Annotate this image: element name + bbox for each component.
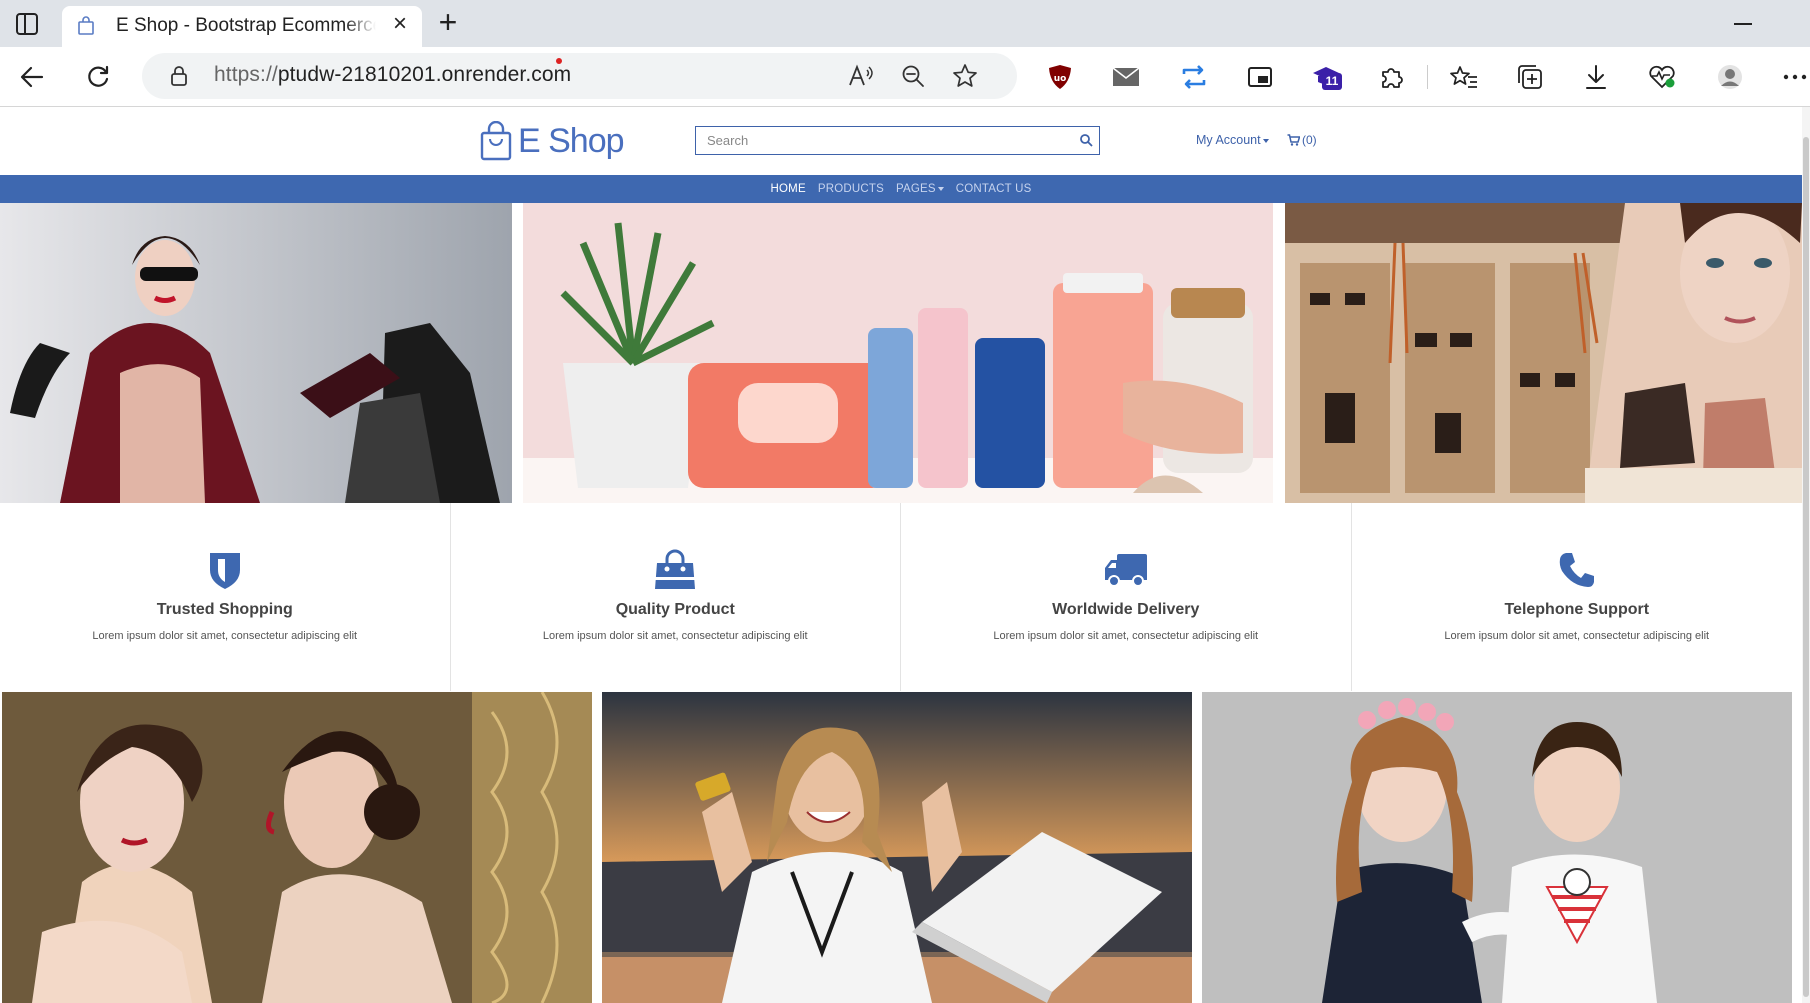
extension-badge: 11 (1322, 73, 1342, 90)
collections-icon[interactable] (1512, 59, 1548, 95)
svg-text:uo: uo (1054, 74, 1067, 84)
feature-trusted-shopping: Trusted Shopping Lorem ipsum dolor sit a… (0, 503, 451, 691)
my-account-dropdown[interactable]: My Account (1196, 133, 1269, 147)
browser-toolbar: https://ptudw-21810201.onrender.com uo 1… (0, 47, 1810, 107)
tab-title: E Shop - Bootstrap Ecommerce T (116, 15, 376, 36)
chevron-down-icon (937, 187, 944, 191)
nav-pages: PAGES (895, 183, 936, 195)
nav-products[interactable]: PRODUCTS (818, 183, 884, 195)
nav-contact-us[interactable]: CONTACT US (956, 183, 1032, 195)
cart-link[interactable]: (0) (1287, 133, 1317, 147)
feature-worldwide-delivery: Worldwide Delivery Lorem ipsum dolor sit… (901, 503, 1352, 691)
cart-icon (1287, 134, 1300, 146)
banner-image-skincare-products[interactable] (523, 203, 1273, 503)
feature-description: Lorem ipsum dolor sit amet, consectetur … (993, 630, 1259, 642)
feature-telephone-support: Telephone Support Lorem ipsum dolor sit … (1352, 503, 1803, 691)
feature-title: Trusted Shopping (156, 601, 293, 618)
promo-image-kids-fashion[interactable] (1202, 692, 1792, 1003)
refresh-icon[interactable] (80, 59, 116, 95)
page-scrollbar[interactable] (1802, 107, 1810, 1003)
feature-title: Telephone Support (1504, 601, 1650, 618)
search-icon[interactable] (1079, 133, 1093, 147)
banner-image-fashion-woman[interactable] (0, 203, 512, 503)
back-icon[interactable] (14, 59, 50, 95)
features-row: Trusted Shopping Lorem ipsum dolor sit a… (0, 503, 1802, 691)
profile-avatar-icon[interactable] (1712, 59, 1748, 95)
promo-image-online-shopping[interactable] (602, 692, 1192, 1003)
scrollbar-thumb[interactable] (1803, 137, 1809, 997)
browser-tab[interactable]: E Shop - Bootstrap Ecommerce T × (62, 6, 422, 47)
address-bar[interactable]: https://ptudw-21810201.onrender.com (142, 53, 1017, 99)
browser-tab-bar: E Shop - Bootstrap Ecommerce T × + (0, 0, 1810, 47)
toolbar-divider (1427, 65, 1428, 89)
shopping-bag-logo-icon (480, 121, 512, 161)
logo-text: E Shop (518, 121, 625, 160)
nav-pages-dropdown[interactable]: PAGES (896, 183, 944, 195)
site-header: E Shop My Account (0) (0, 107, 1802, 175)
cart-count: (0) (1302, 133, 1317, 147)
phone-icon (1554, 547, 1600, 593)
mail-icon[interactable] (1108, 59, 1144, 95)
favorite-star-icon[interactable] (950, 61, 980, 91)
promo-image-two-women[interactable] (2, 692, 592, 1003)
search-box[interactable] (695, 126, 1100, 155)
zoom-out-icon[interactable] (898, 61, 928, 91)
tab-actions-icon[interactable] (16, 13, 38, 35)
banner-image-shoe-store[interactable] (1285, 203, 1802, 503)
chevron-down-icon (1262, 138, 1269, 143)
recording-dot (556, 58, 562, 64)
feature-description: Lorem ipsum dolor sit amet, consectetur … (542, 630, 808, 642)
graduation-cap-icon[interactable]: 11 (1308, 59, 1344, 95)
shop-bag-favicon-icon (78, 16, 94, 35)
downloads-icon[interactable] (1578, 59, 1614, 95)
lock-icon[interactable] (170, 66, 188, 86)
feature-description: Lorem ipsum dolor sit amet, consectetur … (1444, 630, 1710, 642)
main-nav: HOME PRODUCTS PAGES CONTACT US (0, 175, 1802, 203)
shield-icon (202, 547, 248, 593)
feature-title: Quality Product (615, 601, 735, 618)
extensions-puzzle-icon[interactable] (1374, 59, 1410, 95)
favorites-icon[interactable] (1446, 59, 1482, 95)
truck-icon (1103, 547, 1149, 593)
minimize-window-icon[interactable] (1730, 8, 1760, 38)
my-account-label: My Account (1196, 133, 1261, 147)
picture-in-picture-icon[interactable] (1242, 59, 1278, 95)
url-text[interactable]: https://ptudw-21810201.onrender.com (214, 63, 571, 87)
feature-description: Lorem ipsum dolor sit amet, consectetur … (92, 630, 358, 642)
shopping-bag-icon (652, 547, 698, 593)
browser-essentials-heart-icon[interactable] (1644, 59, 1680, 95)
search-input[interactable] (696, 127, 1066, 153)
read-aloud-icon[interactable] (846, 61, 876, 91)
nav-home[interactable]: HOME (771, 183, 806, 195)
ublock-shield-icon[interactable]: uo (1042, 59, 1078, 95)
new-tab-icon[interactable]: + (432, 6, 464, 39)
more-options-icon[interactable] (1780, 59, 1810, 95)
sync-arrows-icon[interactable] (1176, 59, 1212, 95)
close-tab-icon[interactable]: × (388, 12, 412, 36)
feature-title: Worldwide Delivery (1052, 601, 1200, 618)
feature-quality-product: Quality Product Lorem ipsum dolor sit am… (451, 503, 901, 691)
site-logo[interactable]: E Shop (480, 117, 625, 165)
